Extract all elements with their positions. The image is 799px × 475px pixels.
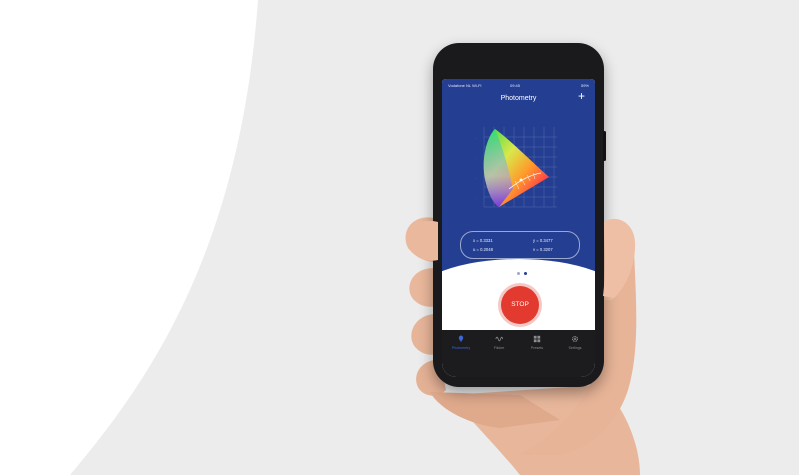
- tab-label: Presets: [530, 346, 544, 350]
- svg-text:·: ·: [475, 156, 476, 160]
- svg-text:·: ·: [475, 196, 476, 200]
- tab-presets[interactable]: Presets: [518, 335, 556, 350]
- stop-button[interactable]: STOP: [501, 286, 539, 324]
- hand-illustration: [405, 217, 640, 475]
- reading-v: v = 0.3207: [533, 247, 553, 252]
- cie-chromaticity-diagram: · · · ·: [475, 127, 557, 208]
- reading-y: y = 0.3477: [533, 238, 553, 243]
- tab-photometry[interactable]: Photometry: [442, 335, 480, 350]
- status-bar: Vodafone NL Wi-Fi 09:45 59%: [442, 81, 595, 91]
- app-screen: Vodafone NL Wi-Fi 09:45 59% Photometry +: [442, 79, 595, 377]
- measured-point: [519, 178, 523, 182]
- svg-text:·: ·: [475, 176, 476, 180]
- plus-icon[interactable]: +: [578, 90, 585, 102]
- tab-label: Flicker: [493, 346, 505, 350]
- wave-icon: [495, 336, 503, 342]
- reading-u: u = 0.2048: [473, 247, 493, 252]
- gear-icon: [571, 335, 579, 343]
- tab-label: Settings: [568, 346, 582, 350]
- page-title: Photometry: [500, 95, 537, 102]
- lightbulb-icon: [458, 335, 464, 342]
- axis-ticks: · · · ·: [475, 136, 476, 200]
- tab-settings[interactable]: Settings: [556, 335, 594, 350]
- phone-side-button: [603, 131, 606, 161]
- carrier-label: Vodafone NL Wi-Fi: [448, 83, 482, 88]
- grid-icon: [533, 335, 541, 343]
- readings-panel: x = 0.3331 y = 0.3477 u = 0.2048 v = 0.3…: [460, 231, 580, 259]
- phone-device: Vodafone NL Wi-Fi 09:45 59% Photometry +: [433, 43, 606, 387]
- tab-label: Photometry: [451, 346, 471, 350]
- svg-text:·: ·: [475, 136, 476, 140]
- clock-label: 09:45: [510, 83, 521, 88]
- page-dot-active[interactable]: [524, 272, 527, 275]
- page-dot[interactable]: [517, 272, 520, 275]
- tab-bar: Photometry Flicker Presets Settings: [442, 330, 595, 377]
- reading-x: x = 0.3331: [473, 238, 493, 243]
- tab-flicker[interactable]: Flicker: [480, 335, 518, 350]
- battery-label: 59%: [580, 83, 589, 88]
- page-indicator[interactable]: [512, 272, 532, 276]
